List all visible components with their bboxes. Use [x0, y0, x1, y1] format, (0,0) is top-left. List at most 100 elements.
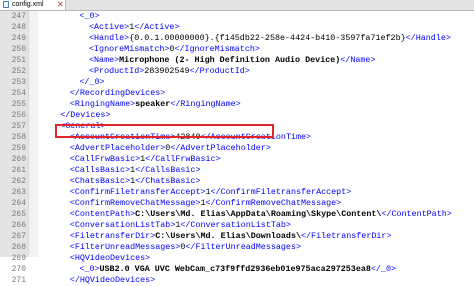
line-number: 256	[11, 111, 26, 120]
xml-open-tag: <ConversationListTab>	[69, 220, 176, 230]
line-number: 266	[11, 221, 26, 230]
code-editor[interactable]: 247 <_0> 248 <Active>1</Active> 249 <Handle>{…	[0, 11, 474, 286]
line-number: 270	[11, 265, 26, 274]
line-number: 260	[11, 155, 26, 164]
xml-value: C:\Users\Md. Elias\AppData\Roaming\Skype…	[135, 209, 382, 219]
line-number: 265	[11, 210, 26, 219]
tab-config-xml[interactable]: config.xml ✕	[0, 0, 66, 10]
line-number: 249	[11, 34, 26, 43]
xml-close-tag: </HQVideoDevices>	[69, 275, 156, 285]
code-line[interactable]: 270 <_0>USB2.0 VGA UVC WebCam_c73f9ffd293…	[0, 264, 474, 275]
code-line[interactable]: 263 <ConfirmFiletransferAccept>1</Confirm…	[0, 187, 474, 198]
xml-close-tag: </ConversationListTab>	[180, 220, 291, 230]
code-line[interactable]: 254 </RecordingDevices>	[0, 88, 474, 99]
line-number: 269	[11, 254, 26, 263]
code-text: </HQVideoDevices>	[70, 275, 155, 286]
line-number: 261	[11, 166, 26, 175]
code-text: <ConfirmFiletransferAccept>1</ConfirmFil…	[70, 187, 351, 198]
xml-open-tag: <ConfirmRemoveChatMessage>	[69, 198, 201, 208]
code-line[interactable]: 249 <Handle>{0.0.1.00000000}.{f145db22-25…	[0, 33, 474, 44]
line-number: 248	[11, 23, 26, 32]
xml-open-tag: <FilterUnreadMessages>	[69, 242, 181, 252]
xml-open-tag: <Handle>	[89, 33, 130, 43]
xml-close-tag: </RingingName>	[170, 99, 241, 109]
line-number: 247	[11, 12, 26, 21]
xml-close-tag: </_0>	[370, 264, 397, 274]
code-text: <RingingName>speaker</RingingName>	[70, 99, 241, 110]
xml-open-tag: <ContentPath>	[69, 209, 136, 219]
xml-value: {0.0.1.00000000}.{f145db22-258e-4424-b41…	[129, 33, 406, 43]
code-line[interactable]: 265 <ContentPath>C:\Users\Md. Elias\AppDa…	[0, 209, 474, 220]
xml-open-tag: <IgnoreMismatch>	[89, 44, 170, 54]
line-number: 251	[11, 56, 26, 65]
code-text: <FiletransferDir>C:\Users\Md. Elias\Down…	[70, 231, 392, 242]
line-number: 257	[11, 122, 26, 131]
code-line[interactable]: 260 <CallFrwBasic>1</CallFrwBasic>	[0, 154, 474, 165]
xml-close-tag: </FiletransferDir>	[301, 231, 392, 241]
xml-open-tag: <RingingName>	[69, 99, 136, 109]
xml-value: Microphone (2- High Definition Audio Dev…	[119, 55, 341, 65]
xml-open-tag: <Name>	[89, 55, 120, 65]
code-line[interactable]: 261 <CallsBasic>1</CallsBasic>	[0, 165, 474, 176]
code-line[interactable]: 264 <ConfirmRemoveChatMessage>1</ConfirmR…	[0, 198, 474, 209]
line-number: 268	[11, 243, 26, 252]
code-line[interactable]: 251 <Name>Microphone (2- High Definition …	[0, 55, 474, 66]
code-line[interactable]: 252 <ProductId>283902549</ProductId>	[0, 66, 474, 77]
xml-value: C:\Users\Md. Elias\Downloads\	[155, 231, 301, 241]
line-number: 264	[11, 199, 26, 208]
code-line[interactable]: 248 <Active>1</Active>	[0, 22, 474, 33]
code-text: <Active>1</Active>	[89, 22, 179, 33]
code-text: <_0>USB2.0 VGA UVC WebCam_c73f9ffd2936eb…	[79, 264, 396, 275]
xml-close-tag: </ProductId>	[189, 66, 250, 76]
code-line[interactable]: 255 <RingingName>speaker</RingingName>	[0, 99, 474, 110]
xml-close-tag: </ConfirmFiletransferAccept>	[210, 187, 352, 197]
xml-open-tag: <ConfirmFiletransferAccept>	[69, 187, 206, 197]
code-line[interactable]: 262 <ChatsBasic>1</ChatsBasic>	[0, 176, 474, 187]
code-line[interactable]: 269 <HQVideoDevices>	[0, 253, 474, 264]
xml-close-tag: </Devices>	[60, 110, 111, 120]
xml-open-tag: <CallsBasic>	[69, 165, 131, 175]
xml-open-tag: <HQVideoDevices>	[69, 253, 151, 263]
line-number: 263	[11, 188, 26, 197]
line-number: 271	[11, 276, 26, 285]
code-text: <CallFrwBasic>1</CallFrwBasic>	[70, 154, 221, 165]
code-text: <ProductId>283902549</ProductId>	[89, 66, 250, 77]
line-number: 259	[11, 144, 26, 153]
xml-value: speaker	[135, 99, 171, 109]
line-number: 250	[11, 45, 26, 54]
line-number: 267	[11, 232, 26, 241]
code-line[interactable]: 271 </HQVideoDevices>	[0, 275, 474, 286]
xml-close-tag: </ContentPath>	[381, 209, 452, 219]
code-line[interactable]: 267 <FiletransferDir>C:\Users\Md. Elias\D…	[0, 231, 474, 242]
xml-close-tag: </Handle>	[405, 33, 451, 43]
xml-file-icon	[3, 1, 9, 8]
tab-bar: config.xml ✕	[0, 0, 474, 11]
code-line[interactable]: 268 <FilterUnreadMessages>0</FilterUnread…	[0, 242, 474, 253]
highlight-annotation	[55, 124, 274, 138]
xml-close-tag: </_0>	[79, 77, 105, 87]
xml-close-tag: </RecordingDevices>	[69, 88, 166, 98]
code-line[interactable]: 259 <AdvertPlaceholder>0</AdvertPlacehold…	[0, 143, 474, 154]
xml-close-tag: </CallsBasic>	[135, 165, 201, 175]
code-text: <ConfirmRemoveChatMessage>1</ConfirmRemo…	[70, 198, 341, 209]
code-text: <IgnoreMismatch>0</IgnoreMismatch>	[89, 44, 260, 55]
xml-open-tag: <_0>	[79, 11, 100, 21]
code-text: <AdvertPlaceholder>0</AdvertPlaceholder>	[70, 143, 271, 154]
line-number: 262	[11, 177, 26, 186]
code-text: <_0>	[79, 11, 99, 22]
xml-close-tag: </CallFrwBasic>	[145, 154, 221, 164]
code-line[interactable]: 266 <ConversationListTab>1</ConversationL…	[0, 220, 474, 231]
close-icon[interactable]: ✕	[57, 0, 64, 10]
xml-value: USB2.0 VGA UVC WebCam_c73f9ffd2936eb01e9…	[99, 264, 371, 274]
line-number: 253	[11, 78, 26, 87]
xml-open-tag: <Active>	[89, 22, 130, 32]
xml-close-tag: </Name>	[340, 55, 376, 65]
code-line[interactable]: 250 <IgnoreMismatch>0</IgnoreMismatch>	[0, 44, 474, 55]
xml-open-tag: <AdvertPlaceholder>	[69, 143, 166, 153]
code-text: <Name>Microphone (2- High Definition Aud…	[89, 55, 375, 66]
xml-close-tag: </IgnoreMismatch>	[174, 44, 260, 54]
code-line[interactable]: 253 </_0>	[0, 77, 474, 88]
code-line[interactable]: 256 </Devices>	[0, 110, 474, 121]
code-text: </_0>	[79, 77, 104, 88]
code-line[interactable]: 247 <_0>	[0, 11, 474, 22]
